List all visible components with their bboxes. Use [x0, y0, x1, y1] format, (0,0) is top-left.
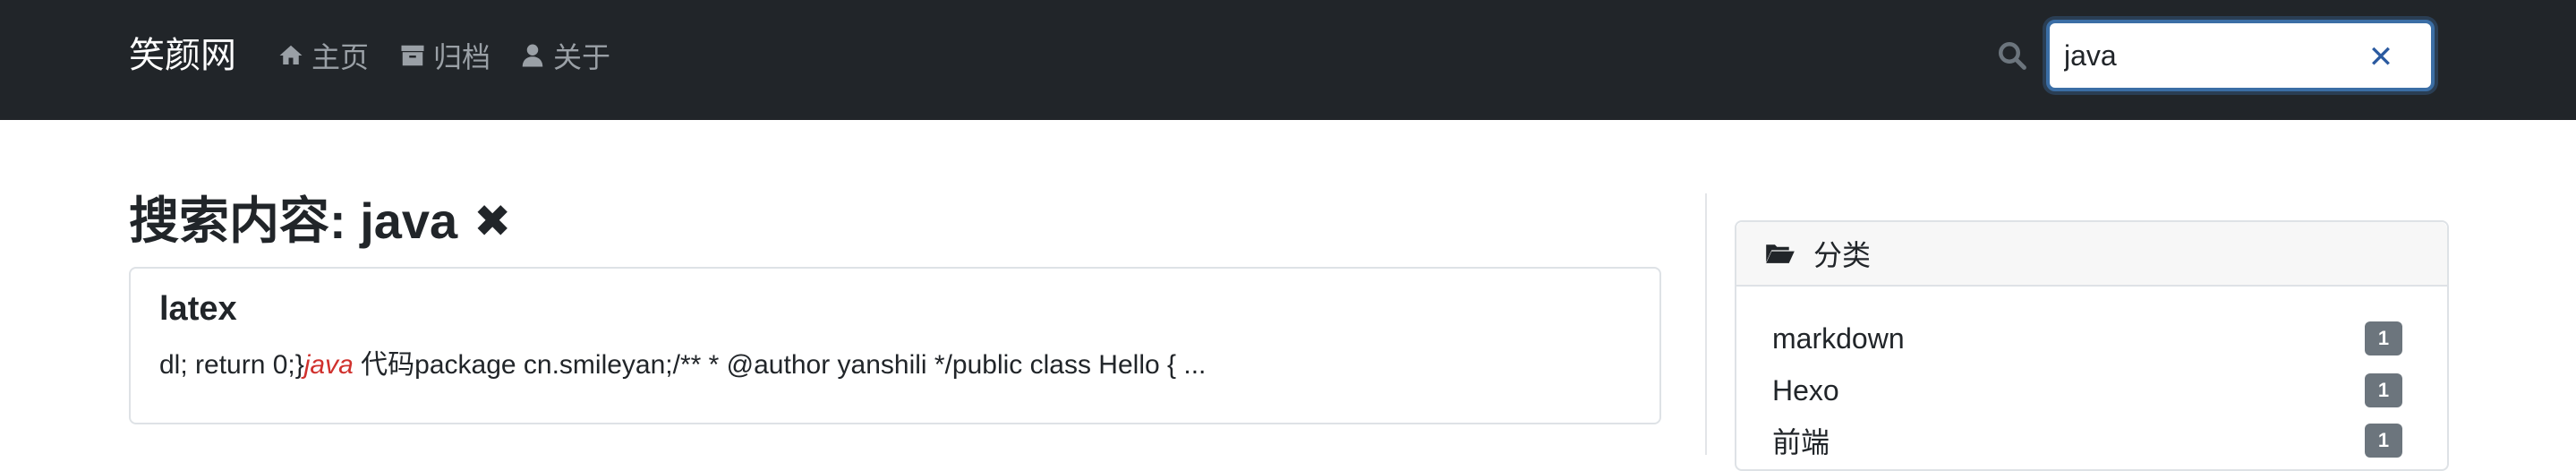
archive-icon [401, 45, 424, 66]
search-title-text: 搜索内容: java [129, 193, 458, 249]
nav-about-label: 关于 [553, 41, 611, 73]
categories-title: 分类 [1813, 239, 1872, 271]
search-input[interactable] [2064, 36, 2333, 75]
nav-about-link[interactable]: 关于 [519, 34, 610, 77]
nav-archive-label: 归档 [433, 41, 491, 73]
category-name: Hexo [1772, 373, 1839, 407]
search-box: ✕ [2046, 20, 2435, 91]
snippet-before: dl; return 0;} [159, 350, 304, 380]
category-count-badge: 1 [2365, 321, 2402, 355]
category-count-badge: 1 [2365, 373, 2402, 407]
home-icon [279, 45, 303, 64]
clear-search-button[interactable]: ✕ [2363, 39, 2399, 75]
brand-logo[interactable]: 笑颜网 [129, 30, 236, 81]
snippet-highlight: java [303, 350, 354, 380]
category-item[interactable]: Hexo 1 [1772, 367, 2402, 414]
search-icon[interactable] [1996, 39, 2028, 72]
category-count-badge: 1 [2365, 424, 2402, 458]
nav-home-link[interactable]: 主页 [277, 34, 369, 77]
category-item[interactable]: markdown 1 [1772, 315, 2402, 362]
column-divider [1705, 193, 1707, 455]
user-icon [522, 44, 543, 67]
result-snippet: dl; return 0;}java 代码package cn.smileyan… [159, 342, 1206, 381]
result-title[interactable]: latex [159, 290, 237, 329]
close-icon[interactable]: ✖ [473, 190, 511, 253]
categories-card: 分类 markdown 1 Hexo 1 前端 1 [1735, 220, 2449, 471]
category-item[interactable]: 前端 1 [1772, 417, 2402, 464]
search-title: 搜索内容: java ✖ [129, 190, 511, 253]
categories-header: 分类 [1736, 222, 2447, 287]
nav-archive-link[interactable]: 归档 [399, 34, 490, 77]
navbar: 笑颜网 主页 归档 关于 ✕ [0, 0, 2576, 120]
nav-home-label: 主页 [311, 41, 370, 73]
folder-open-icon [1766, 244, 1795, 263]
category-name: markdown [1772, 321, 1905, 355]
search-result-card[interactable]: latex dl; return 0;}java 代码package cn.sm… [129, 267, 1661, 424]
category-name: 前端 [1772, 426, 1830, 458]
snippet-after: 代码package cn.smileyan;/** * @author yans… [353, 350, 1207, 380]
